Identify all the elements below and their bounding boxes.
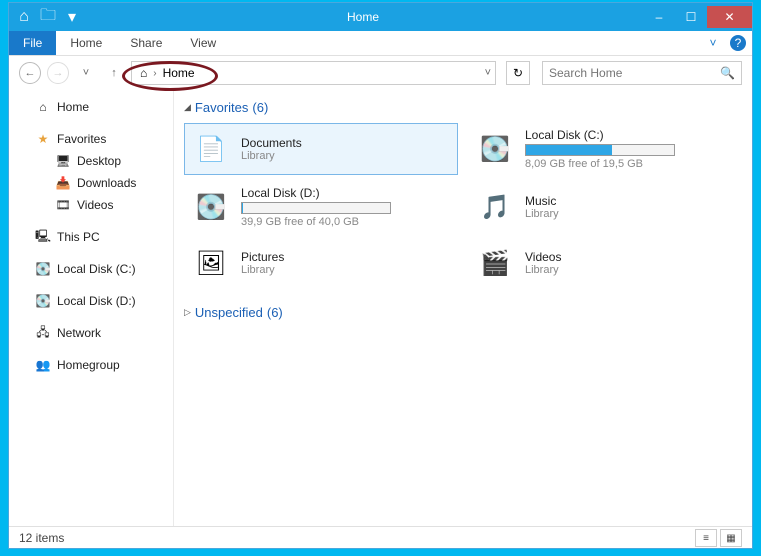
qat-dropdown-icon[interactable]: ▾ — [61, 6, 83, 28]
item-name: Local Disk (C:) — [525, 128, 675, 142]
close-button[interactable]: ✕ — [707, 6, 752, 28]
documents-icon: 📄 — [189, 130, 233, 168]
quick-access-toolbar: ⌂ 🗀 ▾ — [9, 6, 83, 28]
home-icon: ⌂ — [35, 99, 51, 115]
navigation-tree: ⌂Home ★Favorites 🖥Desktop 📥Downloads 🎞Vi… — [9, 90, 174, 526]
refresh-button[interactable]: ↻ — [506, 61, 530, 85]
group-label: Favorites — [195, 100, 248, 115]
search-input[interactable] — [549, 66, 720, 80]
group-count: (6) — [267, 305, 283, 320]
item-disk-d[interactable]: 💽 Local Disk (D:) 39,9 GB free of 40,0 G… — [184, 181, 458, 233]
tab-view[interactable]: View — [176, 31, 230, 55]
capacity-bar — [241, 202, 391, 214]
tree-homegroup[interactable]: 👥Homegroup — [9, 354, 173, 376]
expand-icon[interactable]: ▷ — [184, 307, 191, 318]
videos-icon: 🎬 — [473, 244, 517, 282]
address-bar[interactable]: ⌂ › Home ˅ — [131, 61, 496, 85]
drive-icon: 💽 — [473, 130, 517, 168]
address-dropdown-icon[interactable]: ˅ — [485, 67, 491, 79]
tab-share[interactable]: Share — [116, 31, 176, 55]
tree-videos[interactable]: 🎞Videos — [9, 194, 173, 216]
drive-icon: 💽 — [189, 188, 233, 226]
group-label: Unspecified — [195, 305, 263, 320]
titlebar: ⌂ 🗀 ▾ Home – ☐ ✕ — [9, 3, 752, 31]
collapse-icon[interactable]: ◢ — [184, 102, 191, 113]
item-sub: Library — [241, 264, 284, 276]
recent-locations-icon[interactable]: ˅ — [75, 62, 97, 84]
tree-desktop[interactable]: 🖥Desktop — [9, 150, 173, 172]
breadcrumb-home[interactable]: Home — [159, 66, 199, 80]
status-bar: 12 items ≡ ▦ — [9, 526, 752, 549]
group-count: (6) — [252, 100, 268, 115]
capacity-bar — [525, 144, 675, 156]
item-name: Videos — [525, 250, 561, 264]
content-pane: ◢ Favorites (6) 📄 Documents Library 💽 Lo… — [174, 90, 752, 526]
item-free: 39,9 GB free of 40,0 GB — [241, 216, 391, 228]
new-folder-icon[interactable]: 🗀 — [37, 6, 59, 28]
search-icon[interactable]: 🔍 — [720, 66, 735, 80]
items-grid: 📄 Documents Library 💽 Local Disk (C:) 8,… — [184, 123, 742, 287]
pictures-icon: 🖼 — [189, 244, 233, 282]
desktop-icon: 🖥 — [55, 153, 71, 169]
search-box[interactable]: 🔍 — [542, 61, 742, 85]
videos-icon: 🎞 — [55, 197, 71, 213]
explorer-window: ⌂ 🗀 ▾ Home – ☐ ✕ File Home Share View ˅ … — [8, 2, 753, 549]
navigation-row: ← → ˅ ↑ ⌂ › Home ˅ ↻ 🔍 — [9, 56, 752, 90]
item-name: Pictures — [241, 250, 284, 264]
window-buttons: – ☐ ✕ — [643, 6, 752, 28]
network-icon: 🖧 — [35, 325, 51, 341]
item-videos[interactable]: 🎬 Videos Library — [468, 239, 742, 287]
tree-favorites[interactable]: ★Favorites — [9, 128, 173, 150]
tree-network[interactable]: 🖧Network — [9, 322, 173, 344]
large-icons-button[interactable]: ▦ — [720, 529, 742, 547]
breadcrumb-home-icon[interactable]: ⌂ — [136, 66, 151, 80]
pc-icon: 🖳 — [35, 229, 51, 245]
music-icon: 🎵 — [473, 188, 517, 226]
item-name: Documents — [241, 136, 302, 150]
back-button[interactable]: ← — [19, 62, 41, 84]
tab-home[interactable]: Home — [56, 31, 116, 55]
item-name: Music — [525, 194, 559, 208]
item-sub: Library — [525, 264, 561, 276]
group-unspecified[interactable]: ▷ Unspecified (6) — [184, 301, 742, 328]
drive-icon: 💽 — [35, 261, 51, 277]
downloads-icon: 📥 — [55, 175, 71, 191]
tree-downloads[interactable]: 📥Downloads — [9, 172, 173, 194]
file-tab[interactable]: File — [9, 31, 56, 55]
tree-home[interactable]: ⌂Home — [9, 96, 173, 118]
star-icon: ★ — [35, 131, 51, 147]
tree-disk-d[interactable]: 💽Local Disk (D:) — [9, 290, 173, 312]
minimize-button[interactable]: – — [643, 6, 675, 28]
tree-this-pc[interactable]: 🖳This PC — [9, 226, 173, 248]
drive-icon: 💽 — [35, 293, 51, 309]
forward-button[interactable]: → — [47, 62, 69, 84]
home-icon[interactable]: ⌂ — [13, 6, 35, 28]
status-count: 12 items — [19, 531, 64, 545]
item-pictures[interactable]: 🖼 Pictures Library — [184, 239, 458, 287]
homegroup-icon: 👥 — [35, 357, 51, 373]
chevron-right-icon: › — [151, 68, 158, 79]
item-music[interactable]: 🎵 Music Library — [468, 181, 742, 233]
tree-disk-c[interactable]: 💽Local Disk (C:) — [9, 258, 173, 280]
up-button[interactable]: ↑ — [103, 62, 125, 84]
help-icon[interactable]: ? — [730, 35, 746, 51]
maximize-button[interactable]: ☐ — [675, 6, 707, 28]
item-documents[interactable]: 📄 Documents Library — [184, 123, 458, 175]
ribbon-expand-icon[interactable]: ˅ — [702, 31, 724, 55]
item-disk-c[interactable]: 💽 Local Disk (C:) 8,09 GB free of 19,5 G… — [468, 123, 742, 175]
item-free: 8,09 GB free of 19,5 GB — [525, 158, 675, 170]
group-favorites[interactable]: ◢ Favorites (6) — [184, 96, 742, 123]
item-sub: Library — [525, 208, 559, 220]
details-view-button[interactable]: ≡ — [695, 529, 717, 547]
body: ⌂Home ★Favorites 🖥Desktop 📥Downloads 🎞Vi… — [9, 90, 752, 526]
window-title: Home — [83, 10, 643, 24]
item-name: Local Disk (D:) — [241, 186, 391, 200]
item-sub: Library — [241, 150, 302, 162]
ribbon: File Home Share View ˅ ? — [9, 31, 752, 56]
